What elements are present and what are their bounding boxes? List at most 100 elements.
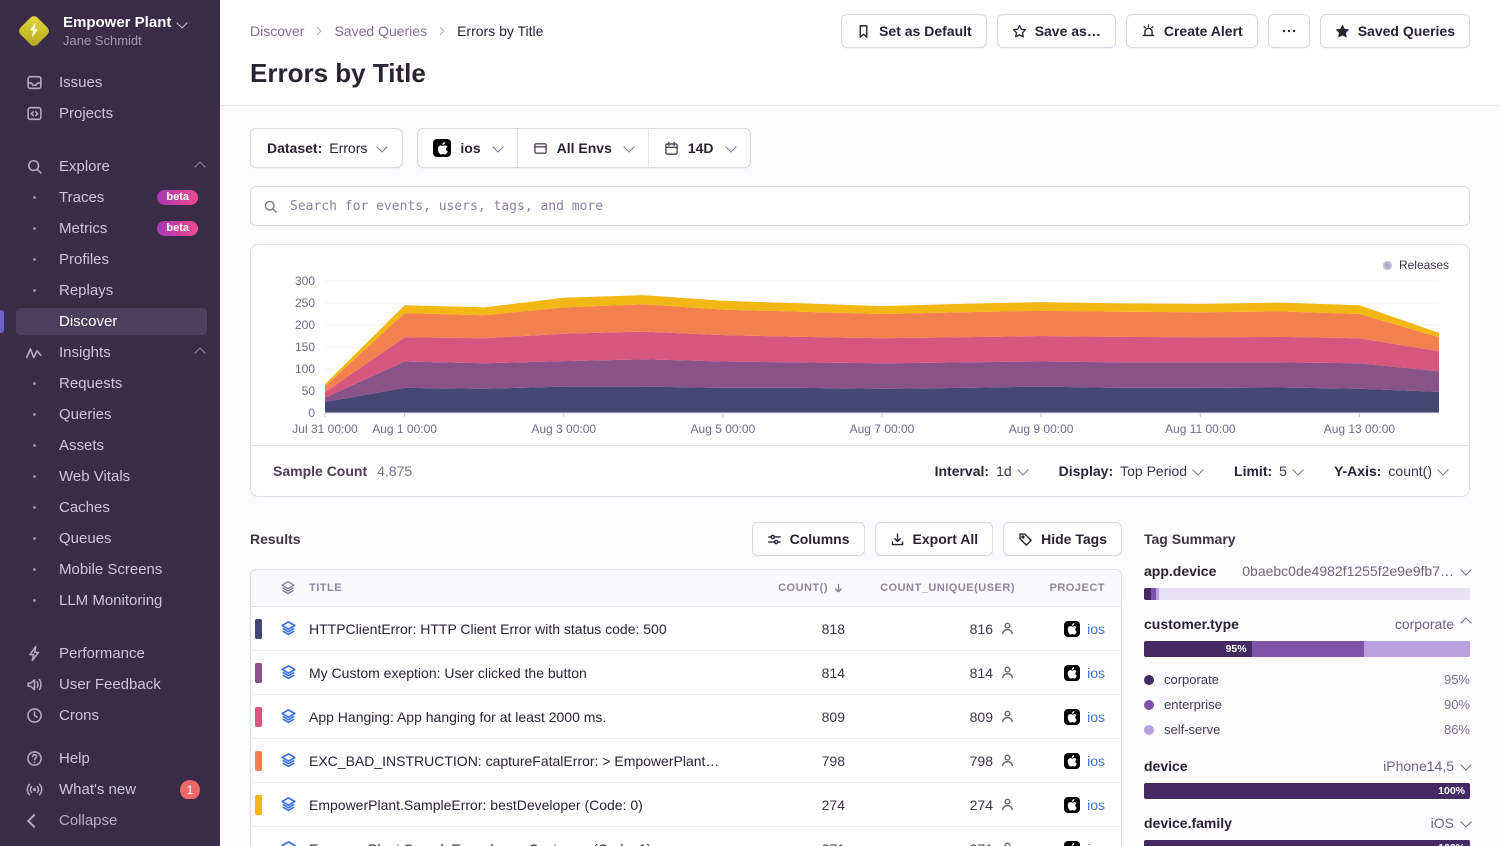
error-title-link[interactable]: EXC_BAD_INSTRUCTION: captureFatalError: …	[309, 753, 735, 769]
sidebar-item-metrics[interactable]: Metricsbeta	[0, 213, 220, 244]
breadcrumb: Discover Saved Queries Errors by Title	[250, 23, 543, 39]
sidebar-item-web-vitals[interactable]: Web Vitals	[0, 461, 220, 492]
column-header-count[interactable]: COUNT()	[735, 582, 845, 595]
set-as-default-button[interactable]: Set as Default	[841, 14, 987, 48]
search-input[interactable]	[288, 198, 1457, 215]
stack-icon[interactable]	[267, 840, 309, 846]
sidebar-item-insights[interactable]: Insights	[0, 337, 220, 368]
results-heading: Results	[250, 531, 301, 547]
sidebar-item-replays[interactable]: Replays	[0, 275, 220, 306]
export-all-button[interactable]: Export All	[875, 522, 994, 556]
error-title-link[interactable]: EmpowerPlant.SampleError: happyCustomer …	[309, 841, 735, 846]
facet-header[interactable]: device.familyiOS	[1144, 815, 1470, 831]
sidebar-item-profiles[interactable]: Profiles	[0, 244, 220, 275]
create-alert-button[interactable]: Create Alert	[1126, 14, 1258, 48]
sidebar-item-performance[interactable]: Performance	[0, 638, 220, 669]
chevron-down-icon	[1017, 464, 1028, 475]
yaxis-selector[interactable]: Y-Axis:count()	[1334, 463, 1447, 479]
project-filter[interactable]: ios	[418, 129, 516, 167]
user-name: Jane Schmidt	[63, 33, 186, 48]
chevron-down-icon	[1460, 759, 1471, 770]
error-title-link[interactable]: EmpowerPlant.SampleError: bestDeveloper …	[309, 797, 735, 813]
sidebar-collapse-button[interactable]: Collapse	[0, 799, 220, 846]
sidebar-item-what-s-new[interactable]: What's new1	[0, 774, 220, 799]
org-switcher[interactable]: Empower Plant Jane Schmidt	[0, 0, 220, 57]
project-link[interactable]: ios	[1015, 621, 1121, 637]
facet-item[interactable]: corporate95%	[1144, 667, 1470, 692]
saved-queries-button[interactable]: Saved Queries	[1320, 14, 1470, 48]
facet-item[interactable]: self-serve86%	[1144, 717, 1470, 742]
sidebar-item-mobile-screens[interactable]: Mobile Screens	[0, 554, 220, 585]
sidebar-item-projects[interactable]: Projects	[0, 98, 220, 129]
stack-icon[interactable]	[267, 752, 309, 769]
chevron-down-icon	[623, 141, 634, 152]
project-link[interactable]: ios	[1015, 753, 1121, 769]
sidebar-item-crons[interactable]: Crons	[0, 700, 220, 731]
column-header-count-unique[interactable]: COUNT_UNIQUE(USER)	[845, 582, 1015, 594]
dataset-selector[interactable]: Dataset: Errors	[250, 128, 403, 168]
facet-value-dropdown[interactable]: 0baebc0de4982f1255f2e9e9fb7…	[1242, 563, 1470, 579]
sidebar-item-label: Traces	[59, 189, 104, 206]
sort-descending-icon	[832, 582, 845, 595]
project-link[interactable]: ios	[1015, 709, 1121, 725]
chevron-up-icon	[1460, 617, 1471, 628]
bolt-icon	[29, 23, 39, 38]
sidebar-item-label: Queries	[59, 406, 112, 423]
limit-selector[interactable]: Limit:5	[1234, 463, 1302, 479]
column-header-project[interactable]: PROJECT	[1015, 582, 1121, 594]
environment-filter[interactable]: All Envs	[517, 129, 648, 167]
column-header-title[interactable]: TITLE	[309, 582, 735, 594]
more-options-button[interactable]	[1268, 14, 1310, 48]
sidebar-item-issues[interactable]: Issues	[0, 67, 220, 98]
releases-legend-toggle[interactable]: Releases	[1383, 258, 1449, 272]
facet-value-dropdown[interactable]: corporate	[1395, 616, 1470, 632]
svg-text:0: 0	[308, 406, 315, 420]
insights-icon	[24, 344, 44, 362]
columns-button[interactable]: Columns	[752, 522, 865, 556]
facet-header[interactable]: customer.typecorporate	[1144, 616, 1470, 632]
breadcrumb-discover[interactable]: Discover	[250, 23, 304, 39]
count-unique-value: 816	[845, 621, 1015, 637]
save-as-button[interactable]: Save as…	[997, 14, 1116, 48]
project-link[interactable]: ios	[1015, 841, 1121, 846]
apple-icon	[1064, 841, 1080, 846]
sidebar-item-traces[interactable]: Tracesbeta	[0, 182, 220, 213]
interval-selector[interactable]: Interval:1d	[935, 463, 1027, 479]
sidebar-item-caches[interactable]: Caches	[0, 492, 220, 523]
error-title-link[interactable]: My Custom exeption: User clicked the but…	[309, 665, 735, 681]
sidebar-item-discover[interactable]: Discover	[0, 306, 220, 337]
display-selector[interactable]: Display:Top Period	[1059, 463, 1202, 479]
facet-item[interactable]: enterprise90%	[1144, 692, 1470, 717]
hide-tags-button[interactable]: Hide Tags	[1003, 522, 1122, 556]
sidebar-item-requests[interactable]: Requests	[0, 368, 220, 399]
date-range-filter[interactable]: 14D	[648, 129, 750, 167]
sidebar-item-explore[interactable]: Explore	[0, 151, 220, 182]
facet-bar-segment: 95%	[1144, 641, 1252, 657]
breadcrumb-saved-queries[interactable]: Saved Queries	[334, 23, 427, 39]
sidebar-item-help[interactable]: Help	[0, 743, 220, 774]
facet-header[interactable]: deviceiPhone14,5	[1144, 758, 1470, 774]
sidebar-item-user-feedback[interactable]: User Feedback	[0, 669, 220, 700]
sidebar-item-label: Mobile Screens	[59, 561, 162, 578]
facet-header[interactable]: app.device0baebc0de4982f1255f2e9e9fb7…	[1144, 563, 1470, 579]
stack-icon[interactable]	[267, 620, 309, 637]
sidebar-item-queues[interactable]: Queues	[0, 523, 220, 554]
svg-text:Aug 3 00:00: Aug 3 00:00	[531, 422, 596, 436]
table-header: TITLE COUNT() COUNT_UNIQUE(USER) PROJECT	[251, 570, 1121, 607]
stack-icon[interactable]	[267, 796, 309, 813]
project-link[interactable]: ios	[1015, 797, 1121, 813]
stack-icon	[267, 580, 309, 596]
stack-icon[interactable]	[267, 664, 309, 681]
sidebar-item-queries[interactable]: Queries	[0, 399, 220, 430]
facet-bar-segment	[1364, 641, 1470, 657]
project-link[interactable]: ios	[1015, 665, 1121, 681]
content: Dataset: Errors ios All Envs	[220, 106, 1500, 846]
facet-value-dropdown[interactable]: iPhone14,5	[1383, 758, 1470, 774]
sidebar-item-llm-monitoring[interactable]: LLM Monitoring	[0, 585, 220, 616]
error-title-link[interactable]: HTTPClientError: HTTP Client Error with …	[309, 621, 735, 637]
facet-value-dropdown[interactable]: iOS	[1431, 815, 1470, 831]
facet-item-percent: 95%	[1444, 672, 1470, 687]
sidebar-item-assets[interactable]: Assets	[0, 430, 220, 461]
error-title-link[interactable]: App Hanging: App hanging for at least 20…	[309, 709, 735, 725]
stack-icon[interactable]	[267, 708, 309, 725]
